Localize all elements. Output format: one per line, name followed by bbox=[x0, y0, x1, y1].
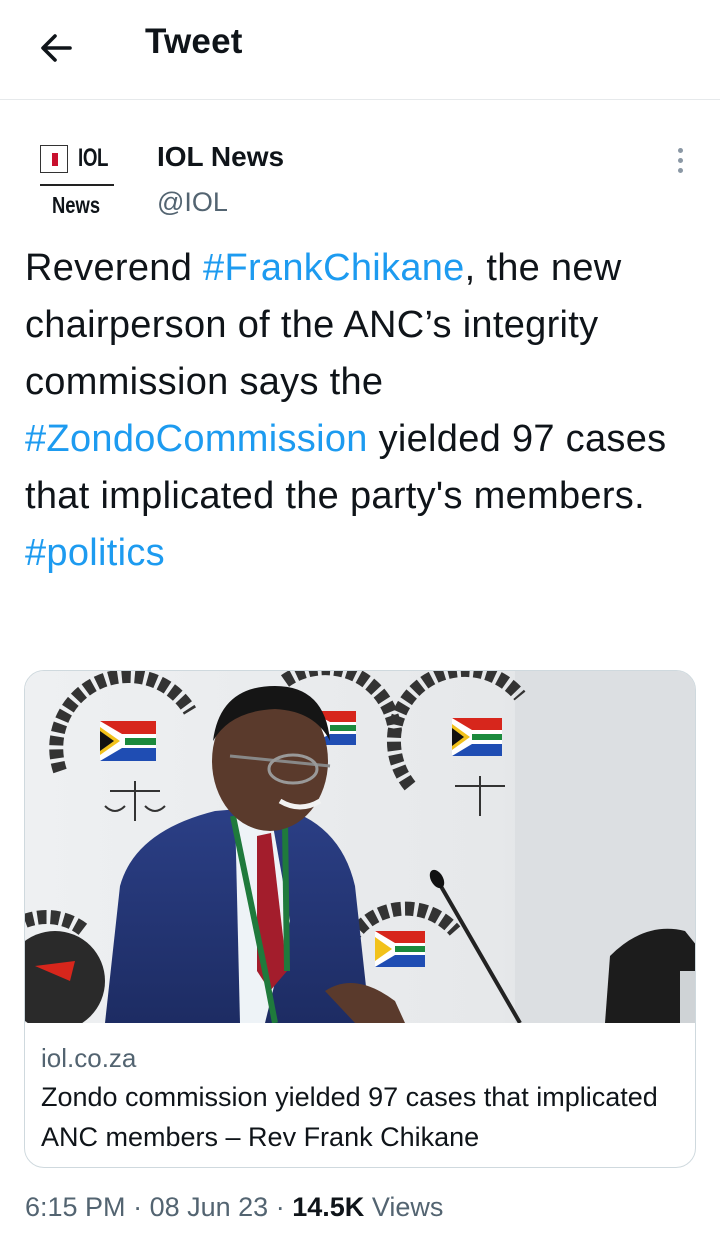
back-button[interactable] bbox=[28, 20, 84, 76]
tweet-meta: 6:15 PM · 08 Jun 23 · 14.5K Views bbox=[25, 1192, 444, 1222]
avatar-logo-subtext: News bbox=[52, 192, 101, 218]
arrow-left-icon bbox=[41, 34, 72, 62]
card-image bbox=[25, 671, 695, 1023]
iol-logo-mark bbox=[40, 144, 68, 173]
link-preview-card[interactable]: iol.co.za Zondo commission yielded 97 ca… bbox=[24, 670, 696, 1168]
hashtag-frankchikane[interactable]: #FrankChikane bbox=[203, 247, 465, 289]
avatar-logo-text: IOL bbox=[78, 144, 109, 172]
tweet-text: Reverend #FrankChikane, the new chairper… bbox=[25, 240, 695, 582]
hashtag-politics[interactable]: #politics bbox=[25, 532, 165, 574]
more-vertical-icon bbox=[677, 147, 683, 153]
author-name[interactable]: IOL News bbox=[157, 141, 284, 173]
photo-illustration bbox=[25, 671, 695, 1023]
author-handle[interactable]: @IOL bbox=[157, 187, 228, 218]
tweet-date[interactable]: 08 Jun 23 bbox=[150, 1192, 269, 1222]
more-options-button[interactable] bbox=[664, 140, 696, 180]
hashtag-zondocommission[interactable]: #ZondoCommission bbox=[25, 418, 368, 460]
views-count[interactable]: 14.5K bbox=[292, 1192, 364, 1222]
tweet-text-part: Reverend bbox=[25, 247, 204, 289]
page-title: Tweet bbox=[145, 22, 243, 61]
tweet-time[interactable]: 6:15 PM bbox=[25, 1192, 126, 1222]
card-title: Zondo commission yielded 97 cases that i… bbox=[41, 1082, 658, 1152]
card-domain: iol.co.za bbox=[41, 1043, 137, 1073]
views-label: Views bbox=[371, 1192, 444, 1222]
top-bar: Tweet bbox=[0, 0, 720, 100]
avatar[interactable]: IOL News bbox=[28, 130, 132, 230]
